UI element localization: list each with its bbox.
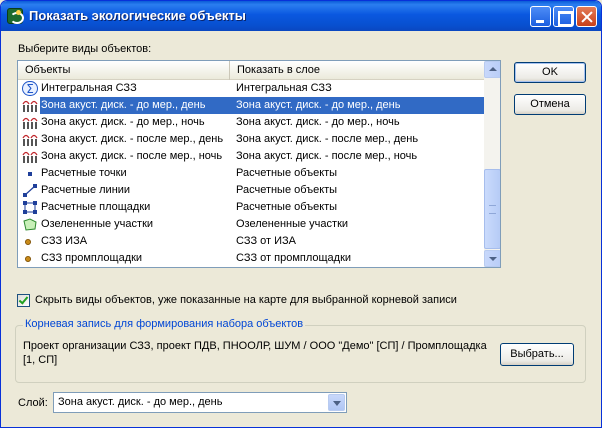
list-item[interactable]: Зона акуст. диск. - до мер., день Зона ак… (18, 97, 484, 114)
sigma-icon: Σ (22, 81, 38, 96)
dot-icon (22, 251, 38, 266)
layer-name: СЗЗ от ИЗА (236, 235, 297, 247)
hide-shown-checkbox[interactable] (17, 294, 30, 307)
layer-select[interactable]: Зона акуст. диск. - до мер., день (53, 392, 347, 413)
layer-name: Зона акуст. диск. - после мер., день (236, 133, 419, 145)
layer-name: Зона акуст. диск. - после мер., ночь (236, 150, 418, 162)
maximize-button[interactable] (553, 6, 574, 27)
object-name: СЗЗ ИЗА (41, 235, 88, 247)
noise-zone-icon (22, 149, 38, 164)
root-record-group-title: Корневая запись для формирования набора … (23, 318, 306, 330)
object-name: Зона акуст. диск. - до мер., ночь (41, 116, 205, 128)
area-icon (22, 200, 38, 215)
scroll-thumb[interactable] (484, 169, 500, 249)
list-item[interactable]: Расчетные точки Расчетные объекты (18, 165, 484, 182)
window-title: Показать экологические объекты (29, 8, 246, 23)
column-header-objects[interactable]: Объекты (18, 61, 230, 80)
dot-icon (22, 234, 38, 249)
layer-name: Зона акуст. диск. - до мер., день (236, 99, 401, 111)
layer-name: Интегральная СЗЗ (236, 82, 332, 94)
object-name: СЗЗ промплощадки (41, 252, 143, 264)
list-item[interactable]: СЗЗ промплощадки СЗЗ от промплощадки (18, 250, 484, 267)
list-header: Объекты Показать в слое (18, 61, 484, 80)
layer-name: Расчетные объекты (236, 201, 338, 213)
list-item[interactable]: СЗЗ ИЗА СЗЗ от ИЗА (18, 233, 484, 250)
object-name: Зона акуст. диск. - после мер., ночь (41, 150, 223, 162)
green-area-icon (22, 217, 38, 232)
noise-zone-icon (22, 98, 38, 113)
svg-text:Σ: Σ (26, 82, 34, 96)
root-record-path: Проект организации СЗЗ, проект ПДВ, ПНОО… (23, 340, 487, 366)
line-icon (22, 183, 38, 198)
list-item[interactable]: Зона акуст. диск. - после мер., ночь Зона… (18, 148, 484, 165)
hide-shown-label[interactable]: Скрыть виды объектов, уже показанные на … (35, 294, 457, 306)
ok-button[interactable]: OK (514, 62, 586, 83)
column-header-layer[interactable]: Показать в слое (230, 61, 484, 80)
list-rows: Σ Интегральная СЗЗ Интегральная СЗЗ Зона ак… (18, 80, 484, 267)
list-item[interactable]: Σ Интегральная СЗЗ Интегральная СЗЗ (18, 80, 484, 97)
app-icon (7, 8, 24, 24)
object-name: Зона акуст. диск. - до мер., день (41, 99, 206, 111)
list-item[interactable]: Озелененные участки Озелененные участки (18, 216, 484, 233)
title-bar[interactable]: Показать экологические объекты (1, 1, 601, 31)
layer-name: Расчетные объекты (236, 184, 338, 196)
noise-zone-icon (22, 115, 38, 130)
layer-name: Расчетные объекты (236, 167, 338, 179)
dialog-window: Показать экологические объекты Выберите … (0, 0, 602, 428)
scroll-up-button[interactable] (484, 61, 500, 78)
close-button[interactable] (576, 6, 597, 27)
object-name: Озелененные участки (41, 218, 154, 230)
layer-name: СЗЗ от промплощадки (236, 252, 352, 264)
list-scrollbar[interactable] (484, 61, 500, 267)
point-icon (22, 166, 38, 181)
layer-select-value: Зона акуст. диск. - до мер., день (58, 396, 223, 408)
choose-button[interactable]: Выбрать... (500, 343, 574, 366)
layer-name: Озелененные участки (236, 218, 349, 230)
list-item[interactable]: Зона акуст. диск. - после мер., день Зона… (18, 131, 484, 148)
list-item[interactable]: Зона акуст. диск. - до мер., ночь Зона ак… (18, 114, 484, 131)
layer-name: Зона акуст. диск. - до мер., ночь (236, 116, 400, 128)
object-name: Расчетные точки (41, 167, 127, 179)
noise-zone-icon (22, 132, 38, 147)
minimize-button[interactable] (530, 6, 551, 27)
object-types-label: Выберите виды объектов: (18, 43, 152, 55)
object-types-list[interactable]: Объекты Показать в слое Σ Интегральная СЗ… (17, 60, 501, 268)
cancel-button[interactable]: Отмена (514, 94, 586, 115)
layer-label: Слой: (18, 397, 48, 409)
object-name: Расчетные линии (41, 184, 131, 196)
object-name: Зона акуст. диск. - после мер., день (41, 133, 224, 145)
scroll-down-button[interactable] (484, 250, 500, 267)
list-item[interactable]: Расчетные линии Расчетные объекты (18, 182, 484, 199)
object-name: Расчетные площадки (41, 201, 151, 213)
object-name: Интегральная СЗЗ (41, 82, 137, 94)
chevron-down-icon[interactable] (328, 394, 345, 411)
list-item[interactable]: Расчетные площадки Расчетные объекты (18, 199, 484, 216)
